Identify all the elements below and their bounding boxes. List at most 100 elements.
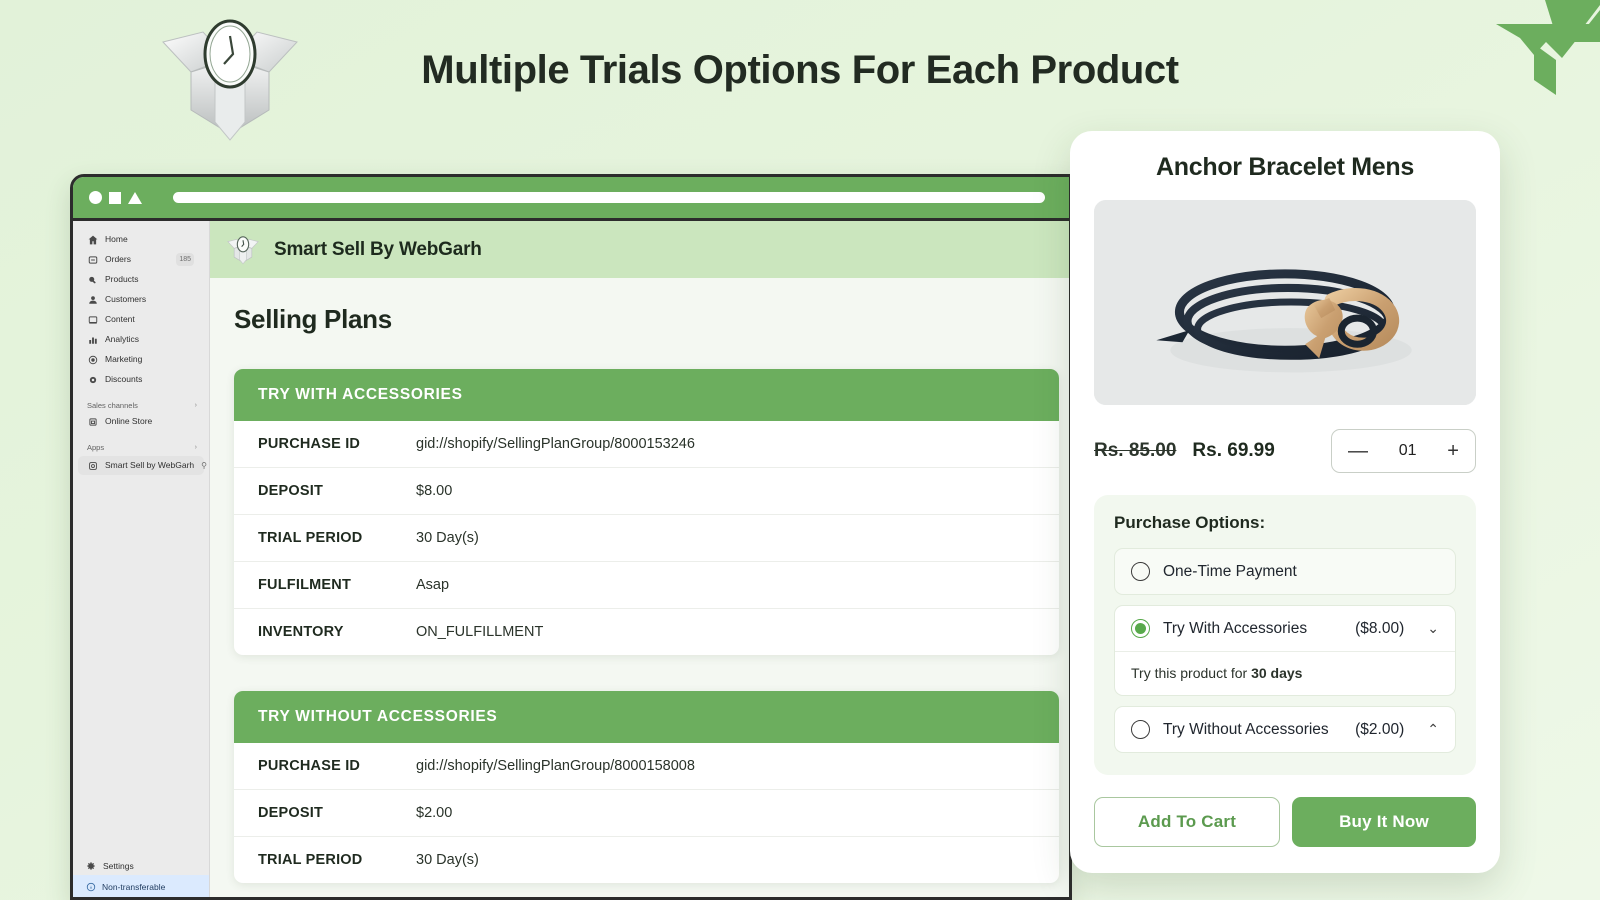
- purchase-option-try-without-accessories[interactable]: Try Without Accessories ($2.00) ⌃: [1114, 706, 1456, 753]
- store-icon: [87, 416, 98, 427]
- purchase-option-try-with-accessories[interactable]: Try With Accessories ($8.00) ⌄ Try this …: [1114, 605, 1456, 696]
- customers-icon: [87, 294, 98, 305]
- radio-icon[interactable]: [1131, 619, 1150, 638]
- page-banner-title: Multiple Trials Options For Each Product: [0, 48, 1600, 93]
- sidebar-item-online-store[interactable]: Online Store: [78, 412, 204, 431]
- purchase-options-label: Purchase Options:: [1114, 513, 1456, 533]
- row-value: 30 Day(s): [416, 530, 479, 546]
- option-label: Try With Accessories: [1163, 620, 1307, 638]
- quantity-stepper[interactable]: — 01 +: [1331, 429, 1476, 473]
- purchase-option-one-time[interactable]: One-Time Payment: [1114, 548, 1456, 595]
- sidebar-item-products[interactable]: Products: [78, 270, 204, 289]
- table-row: DEPOSIT $2.00: [234, 790, 1059, 837]
- chevron-up-icon[interactable]: ⌃: [1427, 721, 1439, 738]
- sidebar-section-apps[interactable]: Apps ›: [73, 439, 209, 454]
- browser-window: Home Orders 185 Products: [70, 174, 1072, 900]
- row-value: $8.00: [416, 483, 452, 499]
- option-detail-prefix: Try this product for: [1131, 665, 1251, 681]
- sidebar-item-label: Marketing: [105, 353, 194, 366]
- status-badge-label: Non-transferable: [102, 882, 165, 892]
- plan-card-title: TRY WITHOUT ACCESSORIES: [234, 691, 1059, 743]
- content-icon: [87, 314, 98, 325]
- sidebar-item-discounts[interactable]: Discounts: [78, 370, 204, 389]
- row-value: Asap: [416, 577, 449, 593]
- product-title: Anchor Bracelet Mens: [1094, 153, 1476, 182]
- orders-icon: [87, 254, 98, 265]
- purchase-options-panel: Purchase Options: One-Time Payment Try W…: [1094, 495, 1476, 775]
- sidebar-item-label: Orders: [105, 253, 169, 266]
- table-row: TRIAL PERIOD 30 Day(s): [234, 837, 1059, 883]
- sidebar-spacer: [73, 476, 209, 856]
- row-key: DEPOSIT: [258, 805, 416, 821]
- sidebar-item-label: Customers: [105, 293, 194, 306]
- row-key: INVENTORY: [258, 624, 416, 640]
- quantity-value[interactable]: 01: [1399, 442, 1417, 460]
- sidebar-item-home[interactable]: Home: [78, 230, 204, 249]
- app-header: Smart Sell By WebGarh: [210, 221, 1069, 278]
- chevron-right-icon: ›: [195, 444, 197, 451]
- plan-card: TRY WITH ACCESSORIES PURCHASE ID gid://s…: [234, 369, 1059, 655]
- table-row: INVENTORY ON_FULFILLMENT: [234, 609, 1059, 655]
- products-icon: [87, 274, 98, 285]
- square-icon[interactable]: [109, 192, 121, 204]
- table-row: PURCHASE ID gid://shopify/SellingPlanGro…: [234, 743, 1059, 790]
- sidebar-nav: Home Orders 185 Products: [73, 221, 209, 476]
- sidebar-item-analytics[interactable]: Analytics: [78, 330, 204, 349]
- option-detail: Try this product for 30 days: [1115, 651, 1455, 695]
- price-original: Rs. 85.00: [1094, 440, 1176, 462]
- row-value: 30 Day(s): [416, 852, 479, 868]
- sidebar-section-sales-channels[interactable]: Sales channels ›: [73, 397, 209, 412]
- sidebar-section-label: Sales channels: [87, 401, 138, 410]
- info-icon: [85, 881, 96, 892]
- sidebar-item-label: Discounts: [105, 373, 194, 386]
- chevron-right-icon: ›: [195, 402, 197, 409]
- price-row: Rs. 85.00 Rs. 69.99 — 01 +: [1094, 429, 1476, 473]
- sidebar-item-marketing[interactable]: Marketing: [78, 350, 204, 369]
- sidebar-item-customers[interactable]: Customers: [78, 290, 204, 309]
- option-price: ($2.00): [1355, 721, 1404, 739]
- row-key: TRIAL PERIOD: [258, 530, 416, 546]
- sidebar-item-orders[interactable]: Orders 185: [78, 250, 204, 269]
- row-value: gid://shopify/SellingPlanGroup/800015324…: [416, 436, 695, 452]
- product-image: [1094, 200, 1476, 405]
- box-with-clock-icon: [226, 232, 260, 268]
- quantity-increase-button[interactable]: +: [1447, 441, 1459, 461]
- gear-icon: [85, 860, 96, 871]
- option-detail-strong: 30 days: [1251, 665, 1302, 681]
- pin-icon[interactable]: ⚲: [201, 459, 207, 472]
- add-to-cart-button[interactable]: Add To Cart: [1094, 797, 1280, 847]
- cta-row: Add To Cart Buy It Now: [1094, 775, 1476, 873]
- discounts-icon: [87, 374, 98, 385]
- sidebar-item-label: Content: [105, 313, 194, 326]
- option-label: Try Without Accessories: [1163, 721, 1329, 739]
- row-key: TRIAL PERIOD: [258, 852, 416, 868]
- app-title: Smart Sell By WebGarh: [274, 239, 482, 261]
- row-value: $2.00: [416, 805, 452, 821]
- buy-it-now-button[interactable]: Buy It Now: [1292, 797, 1476, 847]
- sidebar-item-content[interactable]: Content: [78, 310, 204, 329]
- radio-icon[interactable]: [1131, 720, 1150, 739]
- chevron-down-icon[interactable]: ⌄: [1427, 620, 1439, 637]
- plans-scroll-area: Selling Plans TRY WITH ACCESSORIES PURCH…: [210, 278, 1069, 883]
- analytics-icon: [87, 334, 98, 345]
- home-icon: [87, 234, 98, 245]
- radio-icon[interactable]: [1131, 562, 1150, 581]
- orders-count-badge: 185: [176, 253, 194, 266]
- address-bar[interactable]: [173, 192, 1045, 203]
- sidebar-item-smart-sell[interactable]: Smart Sell by WebGarh ⚲: [78, 456, 204, 475]
- table-row: FULFILMENT Asap: [234, 562, 1059, 609]
- app-icon: [87, 460, 98, 471]
- sidebar-item-label: Online Store: [105, 415, 194, 428]
- plan-card-title: TRY WITH ACCESSORIES: [234, 369, 1059, 421]
- marketing-icon: [87, 354, 98, 365]
- page-title: Selling Plans: [234, 304, 1069, 335]
- sidebar-item-settings[interactable]: Settings: [73, 856, 209, 875]
- window-titlebar: [73, 177, 1069, 221]
- row-key: DEPOSIT: [258, 483, 416, 499]
- quantity-decrease-button[interactable]: —: [1348, 441, 1368, 461]
- circle-icon[interactable]: [89, 191, 102, 204]
- row-key: PURCHASE ID: [258, 436, 416, 452]
- table-row: PURCHASE ID gid://shopify/SellingPlanGro…: [234, 421, 1059, 468]
- triangle-icon[interactable]: [128, 192, 142, 204]
- row-value: ON_FULFILLMENT: [416, 624, 543, 640]
